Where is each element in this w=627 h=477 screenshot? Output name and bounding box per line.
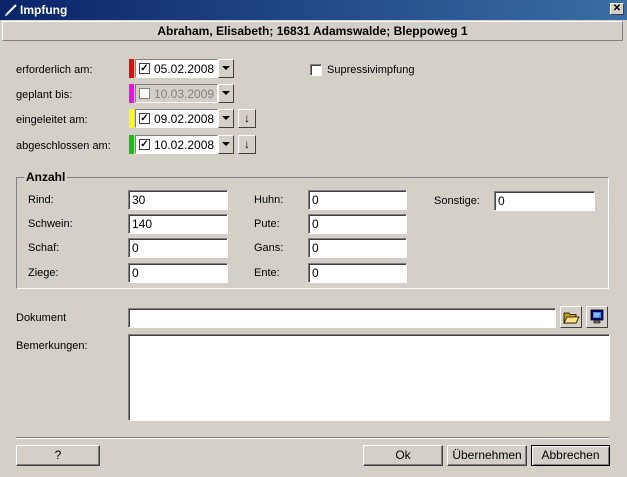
patient-header: Abraham, Elisabeth; 16831 Adamswalde; Bl… — [2, 21, 623, 41]
chevron-down-icon — [222, 116, 230, 120]
geplant-dropdown-button — [218, 84, 234, 103]
open-document-button[interactable] — [560, 306, 582, 328]
ziege-input[interactable]: 0 — [128, 263, 228, 283]
abgeschlossen-color-marker — [129, 135, 134, 154]
pute-label: Pute: — [254, 218, 280, 230]
schaf-input[interactable]: 0 — [128, 238, 228, 258]
geplant-date-value: 10.03.2009 — [154, 87, 215, 101]
gans-input[interactable]: 0 — [308, 238, 407, 258]
erforderlich-color-marker — [129, 59, 134, 78]
bemerkungen-textarea[interactable] — [128, 334, 610, 421]
cancel-button[interactable]: Abbrechen — [531, 445, 610, 466]
huhn-label: Huhn: — [254, 194, 284, 206]
gans-label: Gans: — [254, 242, 284, 254]
abgeschlossen-label: abgeschlossen am: — [16, 140, 111, 152]
eingeleitet-label: eingeleitet am: — [16, 114, 88, 126]
supressiv-label: Supressivimpfung — [327, 64, 415, 76]
eingeleitet-color-marker — [129, 109, 134, 128]
window-title: Impfung — [20, 3, 68, 17]
ziege-label: Ziege: — [28, 267, 59, 279]
dokument-input[interactable] — [128, 308, 556, 328]
ok-button[interactable]: Ok — [363, 445, 443, 466]
geplant-date-picker: 10.03.2009 — [135, 84, 218, 103]
monitor-icon — [590, 309, 604, 324]
eingeleitet-today-button[interactable]: ↓ — [238, 109, 256, 128]
erforderlich-label: erforderlich am: — [16, 64, 93, 76]
chevron-down-icon — [222, 142, 230, 146]
eingeleitet-date-picker[interactable]: ✓ 09.02.2008 — [135, 109, 218, 128]
geplant-checkbox — [139, 88, 150, 99]
folder-open-icon — [563, 312, 580, 324]
footer-separator — [16, 437, 609, 439]
eingeleitet-date-value: 09.02.2008 — [154, 112, 215, 126]
abgeschlossen-date-value: 10.02.2008 — [154, 138, 215, 152]
ente-input[interactable]: 0 — [308, 263, 407, 283]
chevron-down-icon — [222, 66, 230, 70]
eingeleitet-dropdown-button[interactable] — [218, 109, 234, 128]
erforderlich-checkbox[interactable]: ✓ — [139, 63, 150, 74]
abgeschlossen-date-picker[interactable]: ✓ 10.02.2008 — [135, 135, 218, 154]
chevron-down-icon — [222, 91, 230, 95]
geplant-color-marker — [129, 84, 134, 103]
dokument-label: Dokument — [16, 312, 67, 324]
view-document-button[interactable] — [586, 306, 608, 328]
sonstige-label: Sonstige: — [434, 195, 480, 207]
help-button[interactable]: ? — [16, 445, 100, 466]
sonstige-input[interactable]: 0 — [494, 191, 595, 211]
rind-input[interactable]: 30 — [128, 190, 228, 210]
erforderlich-dropdown-button[interactable] — [218, 59, 234, 78]
schwein-input[interactable]: 140 — [128, 214, 228, 234]
pute-input[interactable]: 0 — [308, 214, 407, 234]
abgeschlossen-today-button[interactable]: ↓ — [238, 135, 256, 154]
abgeschlossen-dropdown-button[interactable] — [218, 135, 234, 154]
supressiv-checkbox[interactable] — [310, 64, 322, 76]
schwein-label: Schwein: — [28, 218, 73, 230]
schaf-label: Schaf: — [28, 242, 60, 254]
abgeschlossen-checkbox[interactable]: ✓ — [139, 139, 150, 150]
anzahl-group-title: Anzahl — [24, 170, 68, 184]
title-bar: Impfung ✕ — [0, 0, 627, 20]
erforderlich-date-picker[interactable]: ✓ 05.02.2008 — [135, 59, 218, 78]
erforderlich-date-value: 05.02.2008 — [154, 62, 215, 76]
ente-label: Ente: — [254, 267, 280, 279]
eingeleitet-checkbox[interactable]: ✓ — [139, 113, 150, 124]
apply-button[interactable]: Übernehmen — [447, 445, 527, 466]
rind-label: Rind: — [28, 194, 54, 206]
close-button[interactable]: ✕ — [610, 3, 624, 15]
syringe-icon — [4, 4, 17, 17]
huhn-input[interactable]: 0 — [308, 190, 407, 210]
geplant-label: geplant bis: — [16, 89, 73, 101]
bemerkungen-label: Bemerkungen: — [16, 340, 88, 352]
